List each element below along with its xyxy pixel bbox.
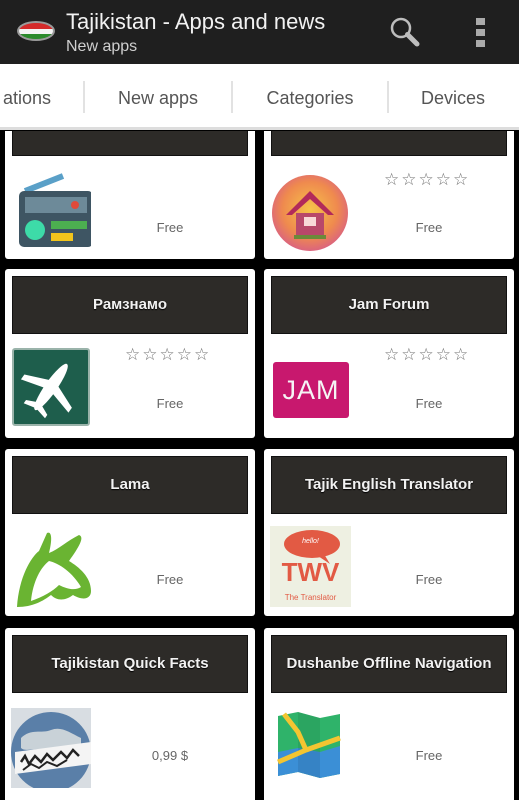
app-price: Free xyxy=(156,220,184,235)
tab-applications[interactable]: ations xyxy=(0,64,62,127)
translator-bubble-text: hello! xyxy=(302,538,319,545)
app-card[interactable]: Jam Forum JAM ☆☆☆☆☆ Free xyxy=(264,269,514,438)
globe-icon xyxy=(11,708,91,792)
app-card-title: Jam Forum xyxy=(271,276,507,334)
app-price: Free xyxy=(415,220,443,235)
map-icon xyxy=(276,712,342,780)
tab-categories[interactable]: Categories xyxy=(236,64,384,127)
app-card-title: Lama xyxy=(12,456,248,514)
app-card[interactable]: Free xyxy=(5,131,255,259)
app-subtitle: New apps xyxy=(66,38,138,55)
tab-divider xyxy=(83,81,85,113)
app-card[interactable]: Рамзнамо ☆☆☆☆☆ Free xyxy=(5,269,255,438)
app-price: 0,99 $ xyxy=(151,748,189,763)
house-icon xyxy=(270,173,350,253)
translator-logo-text: TWV xyxy=(281,557,340,587)
radio-icon xyxy=(11,173,93,253)
app-title: Tajikistan - Apps and news xyxy=(66,9,326,34)
app-price: Free xyxy=(415,748,443,763)
tab-devices[interactable]: Devices xyxy=(392,64,514,127)
app-card-title: Tajikistan Quick Facts xyxy=(12,635,248,693)
rating-stars: ☆☆☆☆☆ xyxy=(384,170,471,189)
app-card-title xyxy=(271,131,507,156)
app-grid[interactable]: Free ☆☆☆☆☆ Free Рамзнамо ☆☆☆☆☆ Free Jam … xyxy=(0,131,519,800)
rating-stars: ☆☆☆☆☆ xyxy=(384,345,471,364)
tajikistan-flag-icon[interactable] xyxy=(17,21,55,41)
translator-logo-subtext: The Translator xyxy=(284,593,337,602)
app-card[interactable]: Tajik English Translator hello! TWV The … xyxy=(264,449,514,616)
tab-divider xyxy=(387,81,389,113)
rating-stars: ☆☆☆☆☆ xyxy=(125,345,212,364)
tab-new-apps[interactable]: New apps xyxy=(88,64,228,127)
app-price: Free xyxy=(415,572,443,587)
app-card[interactable]: ☆☆☆☆☆ Free xyxy=(264,131,514,259)
tab-bar: ations New apps Categories Devices xyxy=(0,64,519,130)
app-card-title xyxy=(12,131,248,156)
app-card-title: Dushanbe Offline Navigation xyxy=(271,635,507,693)
app-card[interactable]: Dushanbe Offline Navigation Free xyxy=(264,628,514,800)
app-card[interactable]: Tajikistan Quick Facts 0,99 $ xyxy=(5,628,255,800)
app-card-title: Tajik English Translator xyxy=(271,456,507,514)
overflow-menu-icon[interactable] xyxy=(468,16,494,50)
app-card[interactable]: Lama Free xyxy=(5,449,255,616)
app-price: Free xyxy=(156,572,184,587)
llama-icon xyxy=(9,527,95,613)
jam-logo-icon: JAM xyxy=(273,362,349,418)
action-bar: Tajikistan - Apps and news New apps xyxy=(0,0,519,64)
app-price: Free xyxy=(415,396,443,411)
search-icon[interactable] xyxy=(388,15,422,49)
tab-divider xyxy=(231,81,233,113)
app-card-title: Рамзнамо xyxy=(12,276,248,334)
airplane-icon xyxy=(12,348,92,428)
app-price: Free xyxy=(156,396,184,411)
translator-icon: hello! TWV The Translator xyxy=(270,526,351,607)
